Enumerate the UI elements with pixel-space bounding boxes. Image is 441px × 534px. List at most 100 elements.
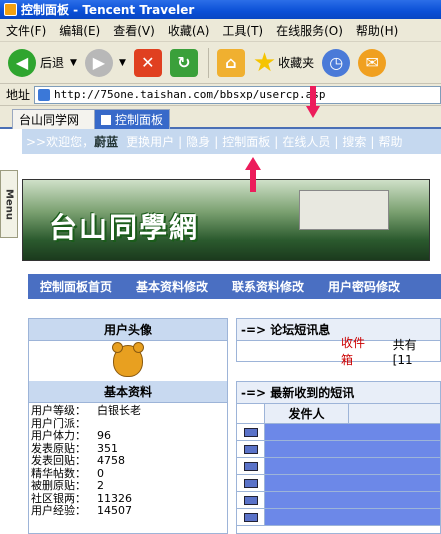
stat-row: 发表回贴： 4758 [31, 454, 225, 468]
nav-search[interactable]: 搜索 [342, 133, 366, 150]
username[interactable]: 蔚蓝 [94, 133, 118, 150]
menu-edit[interactable]: 编辑(E) [59, 22, 100, 39]
stat-row: 用户经验： 14507 [31, 504, 225, 518]
nav-help[interactable]: 帮助 [378, 133, 402, 150]
favorites-label: 收藏夹 [278, 56, 315, 70]
app-icon [4, 3, 17, 16]
message-content[interactable] [265, 475, 440, 491]
stat-value: 白银长老 [97, 404, 141, 417]
banner-title: 台山同學網 [49, 211, 200, 244]
subnav-password[interactable]: 用户密码修改 [328, 278, 400, 295]
user-profile-panel: 用户头像 基本资料 用户等级： 白银长老 用户门派： 用户体力： 96 发表原贴： 3… [28, 318, 228, 534]
stat-key: 用户经验： [31, 504, 86, 517]
tab-bar: 台山同学网 控制面板 [0, 106, 441, 129]
message-content[interactable] [265, 441, 440, 457]
side-menu-label: Menu [3, 188, 15, 220]
home-button[interactable]: ⌂ [216, 48, 245, 77]
message-content[interactable] [265, 492, 440, 508]
forum-nav: >>欢迎您， 蔚蓝 更换用户 | 隐身 | 控制面板 | 在线人员 | 搜索 | 帮助 [22, 129, 441, 154]
address-bar: 地址 http://75one.taishan.com/bbsxp/usercp… [0, 84, 441, 106]
welcome-text: >>欢迎您， [26, 135, 95, 149]
history-button[interactable]: ◷ [322, 48, 351, 77]
message-content[interactable] [265, 509, 440, 525]
annotation-arrow-up [245, 157, 261, 193]
stat-row: 用户体力： 96 [31, 429, 225, 443]
menu-tools[interactable]: 工具(T) [222, 22, 263, 39]
window-title: 控制面板 - Tencent Traveler [21, 3, 195, 17]
envelope-icon [243, 427, 258, 437]
envelope-icon [243, 461, 258, 471]
stat-row: 用户等级： 白银长老 [31, 404, 225, 418]
table-row[interactable] [237, 492, 440, 509]
nav-invisible[interactable]: 隐身 [186, 133, 210, 150]
control-panel-nav: 控制面板首页 基本资料修改 联系资料修改 用户密码修改 [28, 274, 441, 299]
stat-value: 96 [97, 429, 111, 442]
table-row[interactable] [237, 424, 440, 441]
address-input[interactable]: http://75one.taishan.com/bbsxp/usercp.as… [34, 85, 441, 104]
message-cell [237, 424, 265, 440]
message-cell [237, 492, 265, 508]
site-banner: 台山同學網 [22, 179, 430, 261]
menu-view[interactable]: 查看(V) [113, 22, 155, 39]
menu-online[interactable]: 在线服务(O) [276, 22, 343, 39]
favorites-button[interactable]: ★ 收藏夹 [253, 48, 314, 78]
stat-value: 14507 [97, 504, 132, 517]
tab-label: 台山同学网 [19, 113, 80, 127]
table-row[interactable] [237, 509, 440, 526]
message-content[interactable] [265, 424, 440, 440]
subnav-home[interactable]: 控制面板首页 [40, 278, 112, 295]
subnav-contact-info[interactable]: 联系资料修改 [232, 278, 304, 295]
mail-button[interactable]: ✉ [358, 48, 387, 77]
table-row[interactable] [237, 458, 440, 475]
stop-button[interactable]: ✕ [133, 48, 162, 77]
back-button[interactable]: ◀ 后退 ▼ [8, 48, 77, 77]
chevron-down-icon[interactable]: ▼ [70, 58, 77, 68]
tab-label: 控制面板 [115, 113, 164, 127]
annotation-arrow-down [306, 86, 320, 120]
chevron-down-icon[interactable]: ▼ [119, 58, 126, 68]
message-cell [237, 475, 265, 491]
nav-switch-user[interactable]: 更换用户 [126, 133, 174, 150]
table-row[interactable] [237, 441, 440, 458]
menu-file[interactable]: 文件(F) [6, 22, 46, 39]
bear-avatar-icon [112, 342, 144, 377]
refresh-icon: ↻ [169, 48, 198, 77]
forward-button[interactable]: ▶ ▼ [84, 48, 126, 77]
message-cell [237, 441, 265, 457]
refresh-button[interactable]: ↻ [169, 48, 198, 77]
icon-column-header [237, 404, 265, 423]
clock-icon: ◷ [322, 48, 351, 77]
stat-value: 2 [97, 479, 104, 492]
menu-help[interactable]: 帮助(H) [356, 22, 398, 39]
building-image [299, 190, 389, 230]
nav-control-panel[interactable]: 控制面板 [222, 133, 270, 150]
home-icon: ⌂ [216, 48, 245, 77]
envelope-icon [243, 512, 258, 522]
basic-info-header: 基本资料 [29, 381, 227, 403]
message-content[interactable] [265, 458, 440, 474]
subnav-basic-info[interactable]: 基本资料修改 [136, 278, 208, 295]
stat-row: 被删原贴： 2 [31, 479, 225, 493]
message-cell [237, 458, 265, 474]
toolbar: ◀ 后退 ▼ ▶ ▼ ✕ ↻ ⌂ ★ 收藏夹 ◷ ✉ [0, 42, 441, 84]
address-label: 地址 [6, 88, 31, 102]
table-row[interactable] [237, 475, 440, 492]
menu-favorites[interactable]: 收藏(A) [168, 22, 210, 39]
stat-key: 用户体力： [31, 429, 86, 442]
side-menu-tab[interactable]: Menu [0, 170, 18, 238]
toolbar-separator [207, 47, 209, 78]
stat-key: 发表回贴： [31, 454, 86, 467]
message-cell [237, 509, 265, 525]
forum-messages-body: 收件箱 共有 [11 [237, 336, 440, 367]
nav-online-users[interactable]: 在线人员 [282, 133, 330, 150]
avatar-header: 用户头像 [29, 319, 227, 341]
recent-messages-header: -=> 最新收到的短讯 [237, 382, 440, 404]
forward-arrow-icon: ▶ [84, 48, 113, 77]
inbox-link[interactable]: 收件箱 [341, 334, 377, 368]
message-total: 共有 [11 [392, 337, 417, 367]
avatar [29, 341, 227, 381]
envelope-icon [243, 478, 258, 488]
tab-control-panel[interactable]: 控制面板 [94, 109, 170, 129]
stat-key: 被删原贴： [31, 479, 86, 492]
envelope-icon [243, 495, 258, 505]
